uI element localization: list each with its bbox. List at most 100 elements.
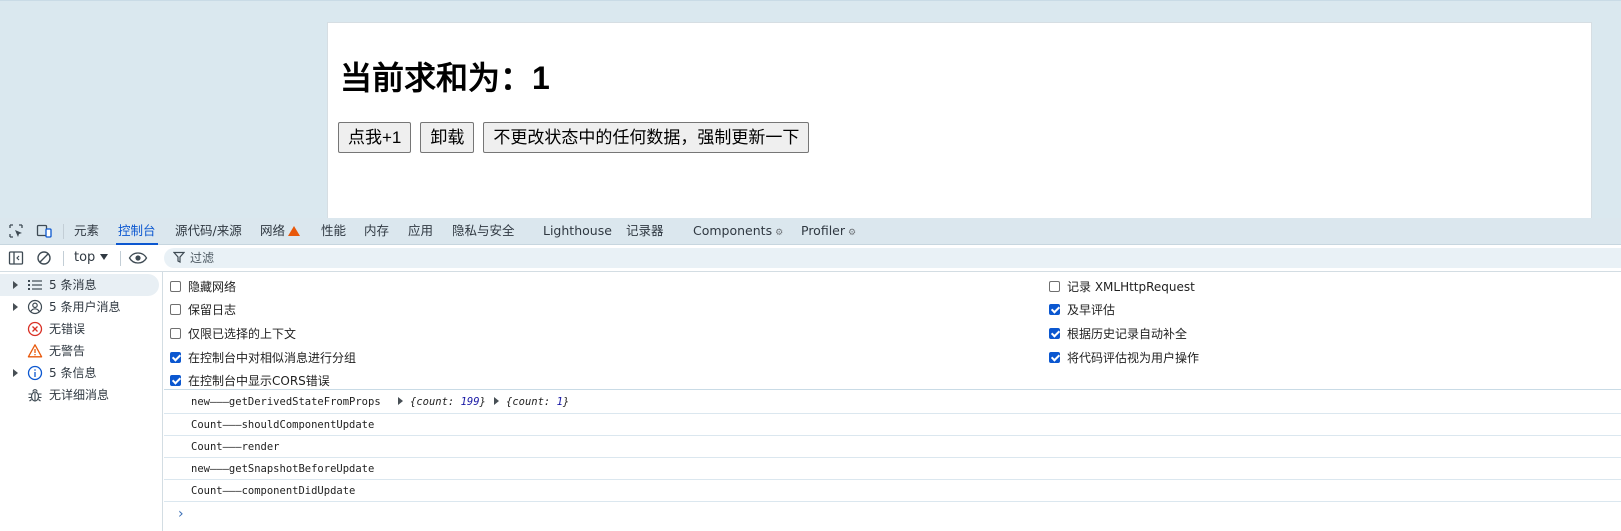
network-warning-icon [288, 226, 301, 236]
eye-icon[interactable] [128, 250, 148, 266]
tab-components-label: Components [693, 223, 773, 238]
tab-network[interactable]: 网络 [260, 218, 301, 244]
page-title: 当前求和为：1 [340, 60, 550, 96]
console-message[interactable]: Count———shouldComponentUpdate [164, 414, 1621, 436]
tab-performance[interactable]: 性能 [321, 218, 346, 244]
sidebar-item-user-messages[interactable]: 5 条用户消息 [0, 296, 159, 318]
checkbox-checked[interactable] [1049, 328, 1060, 339]
object-suffix: } [562, 396, 570, 408]
filter-icon [173, 251, 185, 263]
checkbox[interactable] [170, 328, 181, 339]
sidebar-item-verbose[interactable]: 无详细消息 [0, 384, 159, 406]
sidebar-item-messages[interactable]: 5 条消息 [0, 274, 159, 296]
sidebar-item-warnings[interactable]: 无警告 [0, 340, 159, 362]
sidebar-item-label: 5 条消息 [49, 278, 97, 292]
sidebar-item-label: 无错误 [49, 322, 86, 336]
user-icon [27, 299, 43, 315]
tab-recorder[interactable]: 记录器 [626, 218, 664, 244]
toolbar-separator [63, 251, 64, 266]
console-message-text: Count———shouldComponentUpdate [191, 419, 375, 431]
error-icon [27, 321, 43, 337]
setting-label: 隐藏网络 [188, 280, 237, 294]
object-prefix: {count: [410, 396, 461, 408]
setting-label: 在控制台中显示CORS错误 [188, 374, 330, 388]
sidebar-item-label: 无警告 [49, 344, 86, 358]
clear-console-icon[interactable] [36, 250, 52, 266]
console-toolbar: top 过滤 [0, 245, 1621, 272]
console-message-text: Count———render [191, 441, 280, 453]
increment-button[interactable]: 点我+1 [338, 122, 412, 153]
bug-icon [28, 389, 42, 402]
console-object[interactable]: {count: 1} [494, 390, 569, 414]
object-prefix: {count: [506, 396, 557, 408]
tab-profiler[interactable]: Profiler ⚙ [801, 218, 856, 244]
setting-label: 仅限已选择的上下文 [188, 327, 297, 341]
checkbox-checked[interactable] [1049, 304, 1060, 315]
expand-arrow-icon[interactable] [13, 303, 18, 311]
console-settings: 隐藏网络 保留日志 仅限已选择的上下文 在控制台中对相似消息进行分组 在控制台中… [164, 272, 1621, 390]
device-toggle-icon[interactable] [36, 223, 52, 239]
gear-icon: ⚙ [848, 228, 857, 238]
tab-network-label: 网络 [260, 223, 286, 238]
checkbox[interactable] [170, 304, 181, 315]
tab-sources[interactable]: 源代码/来源 [175, 218, 242, 244]
tab-application[interactable]: 应用 [408, 218, 433, 244]
setting-label: 将代码评估视为用户操作 [1067, 351, 1200, 365]
inspect-element-icon[interactable] [8, 223, 24, 239]
sidebar-item-label: 无详细消息 [49, 388, 110, 402]
console-message[interactable]: new———getDerivedStateFromProps {count: 1… [164, 390, 1621, 414]
tab-profiler-label: Profiler [801, 223, 846, 238]
console-message-text: new———getSnapshotBeforeUpdate [191, 463, 375, 475]
devtools-tab-bar: 元素 控制台 源代码/来源 网络 性能 内存 应用 隐私与安全 Lighthou… [0, 218, 1621, 245]
tab-privacy-security[interactable]: 隐私与安全 [452, 218, 515, 244]
setting-label: 记录 XMLHttpRequest [1067, 280, 1195, 294]
console-message[interactable]: new———getSnapshotBeforeUpdate [164, 458, 1621, 480]
checkbox[interactable] [1049, 281, 1060, 292]
sidebar-item-label: 5 条用户消息 [49, 300, 121, 314]
force-update-button[interactable]: 不更改状态中的任何数据，强制更新一下 [483, 122, 810, 153]
console-prompt[interactable]: › [178, 506, 184, 522]
sidebar-item-errors[interactable]: 无错误 [0, 318, 159, 340]
setting-label: 及早评估 [1067, 303, 1116, 317]
sidebar-item-info[interactable]: 5 条信息 [0, 362, 159, 384]
gear-icon: ⚙ [775, 228, 784, 238]
console-message[interactable]: Count———componentDidUpdate [164, 480, 1621, 502]
console-output: new———getDerivedStateFromProps {count: 1… [164, 390, 1621, 531]
expand-arrow-icon[interactable] [398, 397, 403, 405]
tab-elements[interactable]: 元素 [74, 218, 99, 244]
tab-memory[interactable]: 内存 [364, 218, 389, 244]
tab-separator [63, 224, 64, 239]
app-root: 当前求和为：1 点我+1 卸载 不更改状态中的任何数据，强制更新一下 [327, 22, 1592, 219]
tab-lighthouse[interactable]: Lighthouse [543, 218, 612, 244]
sidebar-toggle-icon[interactable] [8, 250, 24, 266]
setting-label: 保留日志 [188, 303, 237, 317]
chevron-down-icon [100, 254, 109, 260]
expand-arrow-icon[interactable] [13, 281, 18, 289]
list-icon [28, 280, 42, 290]
toolbar-separator [120, 251, 121, 266]
filter-placeholder: 过滤 [190, 251, 215, 265]
checkbox-checked[interactable] [1049, 352, 1060, 363]
button-row: 点我+1 卸载 不更改状态中的任何数据，强制更新一下 [338, 122, 810, 153]
filter-input[interactable]: 过滤 [164, 248, 1621, 268]
tab-components[interactable]: Components ⚙ [693, 218, 783, 244]
unmount-button[interactable]: 卸载 [420, 122, 475, 153]
console-object[interactable]: {count: 199} [398, 390, 486, 414]
setting-label: 在控制台中对相似消息进行分组 [188, 351, 357, 365]
tab-console[interactable]: 控制台 [116, 218, 158, 245]
sidebar-item-label: 5 条信息 [49, 366, 97, 380]
context-value: top [74, 250, 96, 265]
expand-arrow-icon[interactable] [494, 397, 499, 405]
context-selector[interactable]: top [74, 245, 109, 271]
checkbox[interactable] [170, 281, 181, 292]
devtools-panel: 元素 控制台 源代码/来源 网络 性能 内存 应用 隐私与安全 Lighthou… [0, 218, 1621, 531]
console-sidebar: 5 条消息 5 条用户消息 无错误 无警告 5 条信息 无详细消息 [0, 272, 163, 531]
checkbox-checked[interactable] [170, 352, 181, 363]
checkbox-checked[interactable] [170, 375, 181, 386]
console-message[interactable]: Count———render [164, 436, 1621, 458]
expand-arrow-icon[interactable] [13, 369, 18, 377]
info-icon [27, 365, 43, 381]
console-message-text: Count———componentDidUpdate [191, 485, 356, 497]
object-suffix: } [479, 396, 486, 408]
warning-icon [27, 344, 43, 358]
